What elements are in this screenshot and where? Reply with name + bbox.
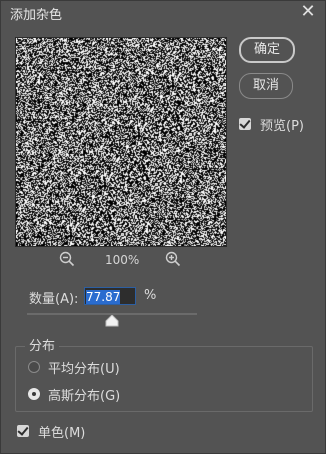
monochromatic-checkbox[interactable]	[17, 425, 29, 437]
amount-label: 数量(A):	[29, 292, 79, 307]
close-icon[interactable]: ✕	[299, 3, 317, 21]
amount-slider-thumb[interactable]	[105, 315, 119, 327]
zoom-in-icon[interactable]	[165, 251, 181, 267]
uniform-radio[interactable]	[28, 361, 40, 373]
cancel-button[interactable]: 取消	[239, 73, 293, 99]
amount-value: 77.87	[86, 290, 121, 304]
title-bar[interactable]: 添加杂色 ✕	[1, 1, 325, 25]
gaussian-label: 高斯分布(G)	[48, 389, 121, 404]
gaussian-radio[interactable]	[28, 388, 40, 400]
preview-label: 预览(P)	[260, 119, 304, 134]
amount-unit: %	[144, 288, 157, 303]
uniform-label: 平均分布(U)	[48, 362, 120, 377]
ok-button[interactable]: 确定	[239, 37, 295, 63]
noise-preview[interactable]	[15, 37, 227, 247]
zoom-out-icon[interactable]	[59, 251, 75, 267]
monochromatic-label: 单色(M)	[38, 426, 86, 441]
add-noise-dialog: 添加杂色 ✕ 确定 取消 预览(P) 100% 数量(A): 77.87 % 分…	[0, 0, 326, 454]
zoom-level: 100%	[105, 253, 140, 267]
noise-preview-canvas	[16, 38, 226, 246]
amount-input[interactable]: 77.87	[84, 287, 136, 305]
preview-checkbox[interactable]	[239, 118, 251, 130]
dialog-title: 添加杂色	[10, 8, 63, 23]
distribution-title: 分布	[25, 335, 60, 354]
